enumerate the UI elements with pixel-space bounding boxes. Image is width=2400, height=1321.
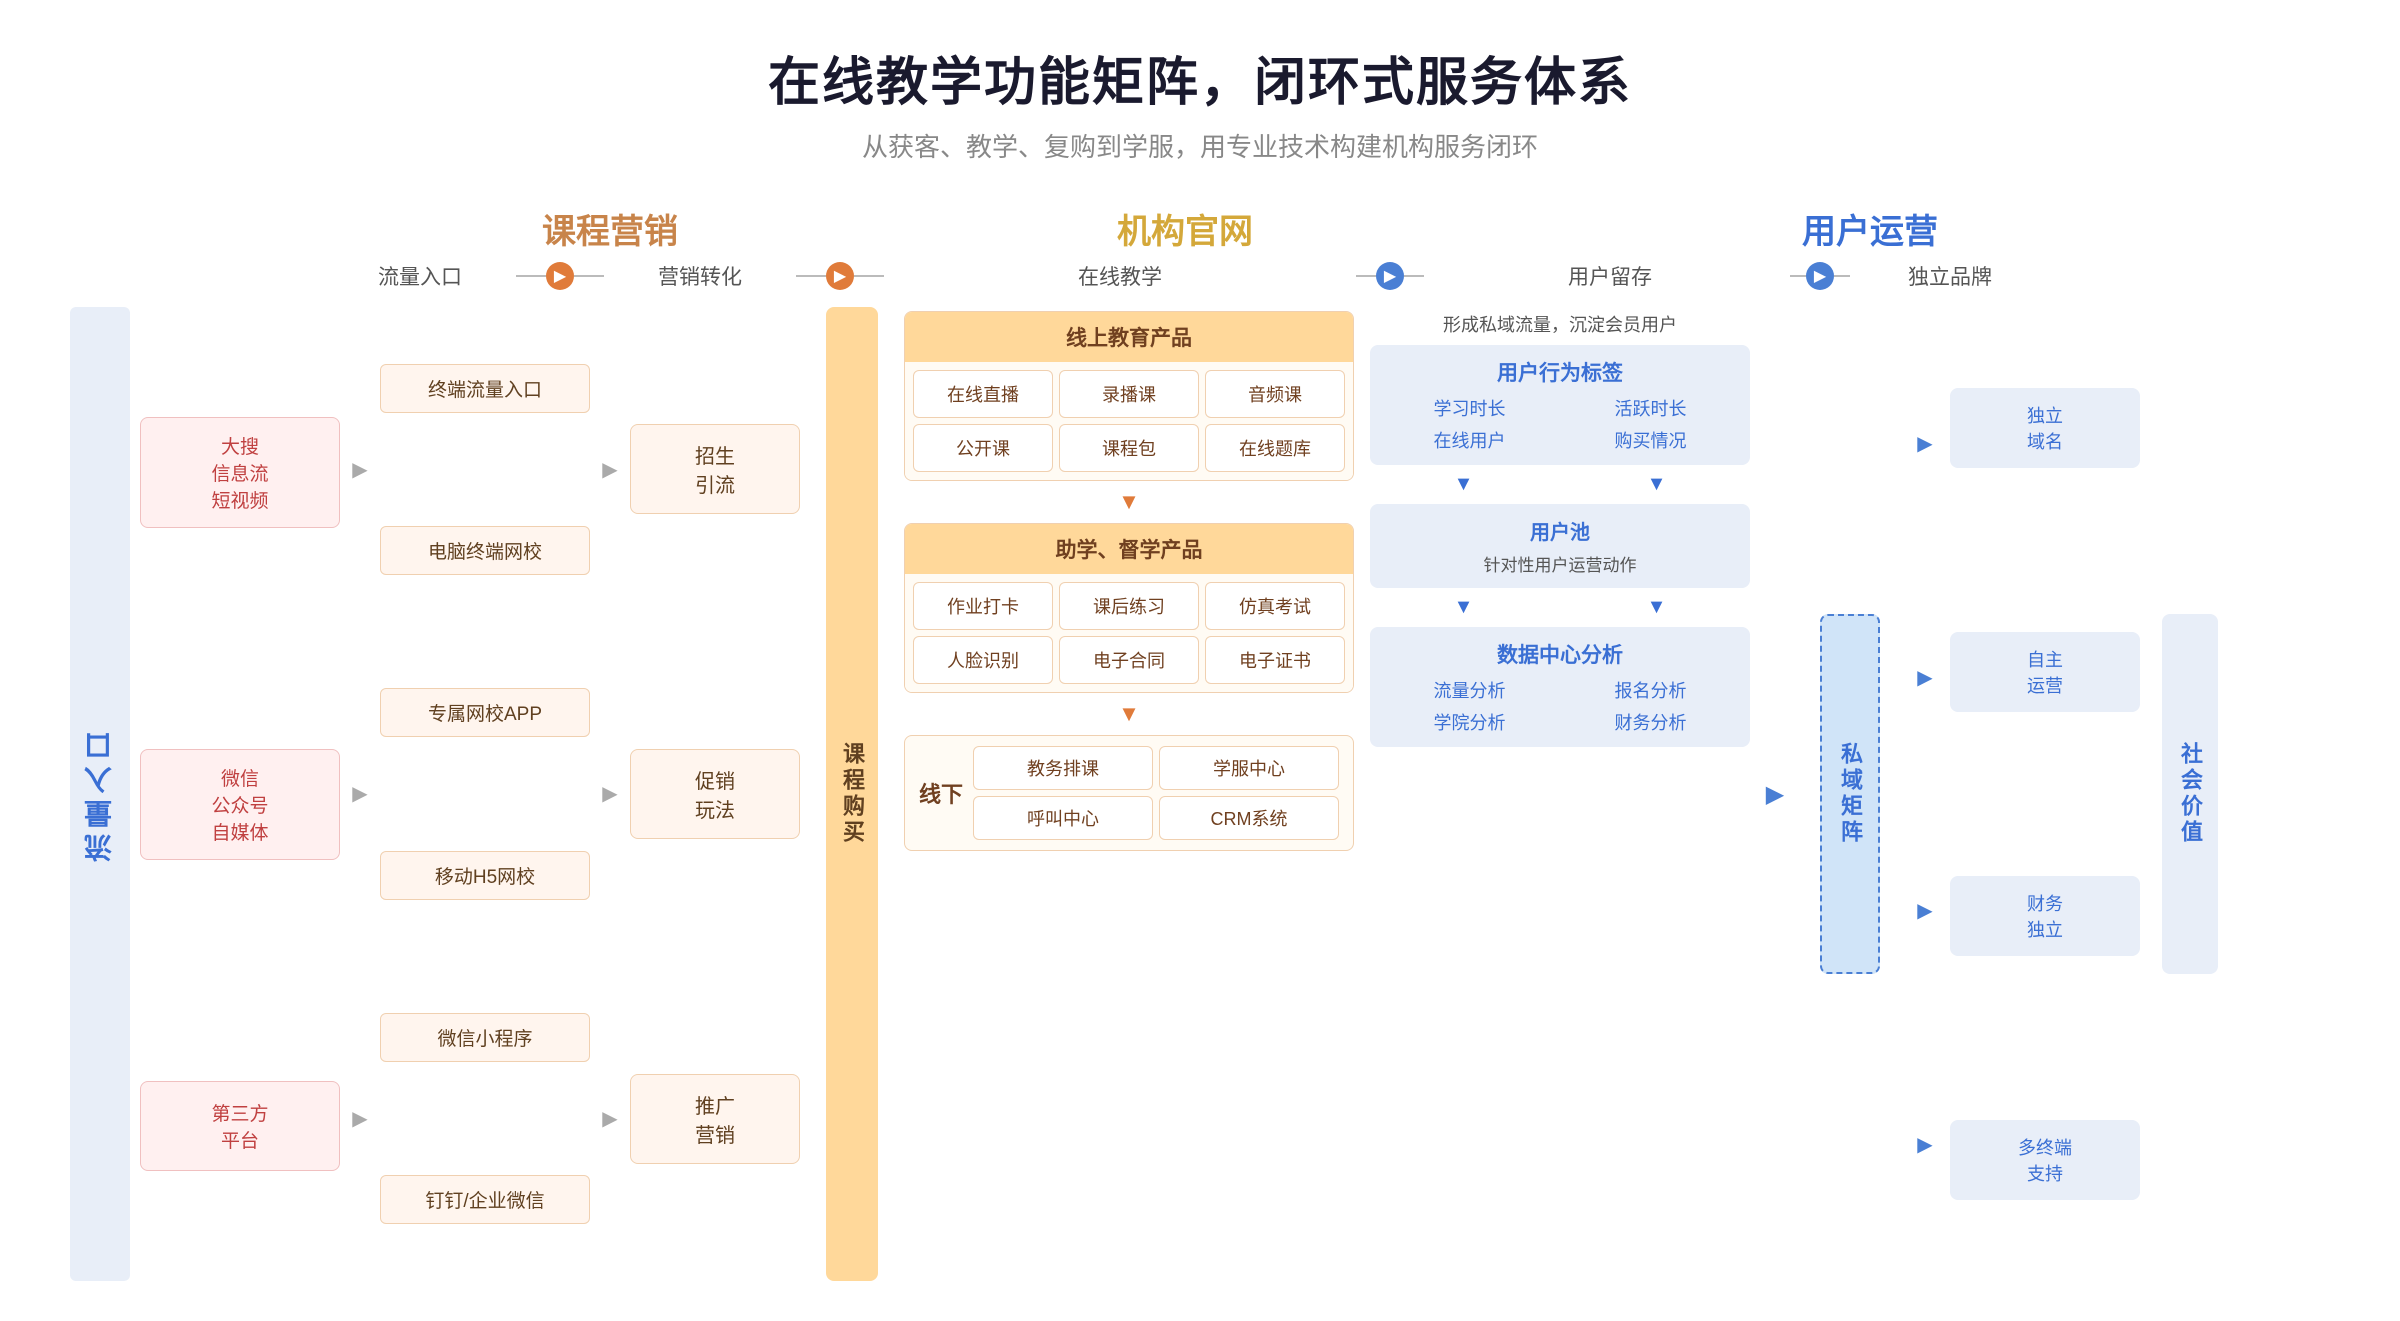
down-arrow-2: ▼ [904, 701, 1354, 727]
user-pool-box: 用户池 针对性用户运营动作 [1370, 504, 1750, 588]
page-subtitle: 从获客、教学、复购到学服，用专业技术构建机构服务闭环 [60, 127, 2340, 164]
traffic-sources: 大搜 信息流 短视频 微信 公众号 自媒体 第三方 平台 [140, 307, 340, 1281]
down-arr-4: ▼ [1563, 596, 1750, 619]
left-label-text: 流量入口 [70, 307, 130, 1281]
flow-label-online: 在线教学 [890, 261, 1350, 291]
marketing-item-6: 钉钉/企业微信 [380, 1175, 590, 1224]
page-title: 在线教学功能矩阵，闭环式服务体系 [60, 40, 2340, 115]
data-center-header: 数据中心分析 [1382, 639, 1738, 669]
independent-item-2: 自主 运营 [1950, 632, 2140, 712]
online-teaching-section: 线上教育产品 在线直播 录播课 音频课 公开课 课程包 在线题库 ▼ 助学、督学… [904, 307, 1354, 1281]
behavior-tags-header: 用户行为标签 [1382, 357, 1738, 387]
social-value-box: 社会价值 [2162, 614, 2218, 974]
assist-product-3: 仿真考试 [1205, 582, 1345, 630]
flow-label-brand: 独立品牌 [1850, 261, 2050, 291]
header: 在线教学功能矩阵，闭环式服务体系 从获客、教学、复购到学服，用专业技术构建机构服… [60, 40, 2340, 164]
online-products-block: 线上教育产品 在线直播 录播课 音频课 公开课 课程包 在线题库 [904, 311, 1354, 481]
traffic-item-2: 微信 公众号 自媒体 [140, 749, 340, 860]
user-retention-section: 形成私域流量，沉淀会员用户 用户行为标签 学习时长 活跃时长 在线用户 购买情况… [1370, 307, 1750, 1281]
independent-item-3: 财务 独立 [1950, 876, 2140, 956]
connectors-2: ▶ ▶ ▶ [590, 307, 630, 1281]
marketing-items: 终端流量入口 电脑终端网校 专属网校APP 移动H5网校 微信小程序 钉钉/企业… [380, 307, 590, 1281]
assist-product-4: 人脸识别 [913, 636, 1053, 684]
marketing-item-3: 专属网校APP [380, 688, 590, 737]
left-label: 流量入口 [60, 307, 140, 1281]
online-product-5: 课程包 [1059, 424, 1199, 472]
online-products-header: 线上教育产品 [905, 312, 1353, 362]
assist-product-5: 电子合同 [1059, 636, 1199, 684]
page-wrapper: 在线教学功能矩阵，闭环式服务体系 从获客、教学、复购到学服，用专业技术构建机构服… [0, 0, 2400, 1321]
offline-label: 线下 [919, 777, 963, 809]
data-item-2: 报名分析 [1563, 677, 1738, 703]
marketing-item-2: 电脑终端网校 [380, 526, 590, 575]
tag-item-4: 购买情况 [1563, 427, 1738, 453]
data-item-3: 学院分析 [1382, 709, 1557, 735]
data-item-1: 流量分析 [1382, 677, 1557, 703]
independent-items: 独立 域名 自主 运营 财务 独立 多终端 支持 [1950, 307, 2140, 1281]
conversion-item-1: 招生 引流 [630, 424, 800, 514]
down-arr-1: ▼ [1370, 473, 1557, 496]
arrow-4: ▶ [1790, 262, 1850, 290]
connectors-1: ▶ ▶ ▶ [340, 307, 380, 1281]
assist-product-6: 电子证书 [1205, 636, 1345, 684]
arrow-2: ▶ [790, 262, 890, 290]
marketing-item-1: 终端流量入口 [380, 364, 590, 413]
marketing-item-4: 移动H5网校 [380, 851, 590, 900]
section-header-marketing: 课程营销 [542, 213, 678, 251]
arrow-3: ▶ [1350, 262, 1430, 290]
data-center-box: 数据中心分析 流量分析 报名分析 学院分析 财务分析 [1370, 627, 1750, 747]
offline-item-3: 呼叫中心 [973, 796, 1153, 840]
assist-product-1: 作业打卡 [913, 582, 1053, 630]
tag-item-2: 活跃时长 [1563, 395, 1738, 421]
section-header-operations: 用户运营 [1802, 213, 1938, 251]
down-arr-2: ▼ [1563, 473, 1750, 496]
offline-item-1: 教务排课 [973, 746, 1153, 790]
independent-item-4: 多终端 支持 [1950, 1120, 2140, 1200]
assist-product-2: 课后练习 [1059, 582, 1199, 630]
marketing-item-5: 微信小程序 [380, 1013, 590, 1062]
traffic-item-3: 第三方 平台 [140, 1081, 340, 1171]
retention-arrows: ▼ ▼ [1370, 473, 1750, 496]
online-product-4: 公开课 [913, 424, 1053, 472]
online-product-3: 音频课 [1205, 370, 1345, 418]
private-domain-col: 私域矩阵 [1800, 307, 1900, 1281]
retention-arrows-2: ▼ ▼ [1370, 596, 1750, 619]
course-buy-box: 课程购买 [826, 307, 878, 1281]
user-pool-header: 用户池 [1382, 516, 1738, 545]
conversion-item-2: 促销 玩法 [630, 749, 800, 839]
down-arrow-1: ▼ [904, 489, 1354, 515]
arrow-1: ▶ [510, 262, 610, 290]
offline-item-4: CRM系统 [1159, 796, 1339, 840]
offline-block: 线下 教务排课 学服中心 呼叫中心 CRM系统 [904, 735, 1354, 851]
traffic-item-1: 大搜 信息流 短视频 [140, 417, 340, 528]
offline-item-2: 学服中心 [1159, 746, 1339, 790]
conversion-item-3: 推广 营销 [630, 1074, 800, 1164]
data-item-4: 财务分析 [1563, 709, 1738, 735]
social-value-col: 社会价值 [2150, 307, 2230, 1281]
user-pool-action: 针对性用户运营动作 [1382, 551, 1738, 576]
online-product-6: 在线题库 [1205, 424, 1345, 472]
flow-label-marketing: 营销转化 [610, 261, 790, 291]
retention-top-text: 形成私域流量，沉淀会员用户 [1370, 311, 1750, 337]
assist-products-header: 助学、督学产品 [905, 524, 1353, 574]
behavior-tags-box: 用户行为标签 学习时长 活跃时长 在线用户 购买情况 [1370, 345, 1750, 465]
conversion-items: 招生 引流 促销 玩法 推广 营销 [630, 307, 800, 1281]
flow-label-traffic: 流量入口 [330, 261, 510, 291]
section-header-official: 机构官网 [1117, 213, 1253, 251]
private-domain-box: 私域矩阵 [1820, 614, 1880, 974]
down-arr-3: ▼ [1370, 596, 1557, 619]
tag-item-3: 在线用户 [1382, 427, 1557, 453]
flow-label-retention: 用户留存 [1430, 261, 1790, 291]
course-buy-col: 课程购买 [812, 307, 892, 1281]
online-product-2: 录播课 [1059, 370, 1199, 418]
assist-products-block: 助学、督学产品 作业打卡 课后练习 仿真考试 人脸识别 电子合同 电子证书 [904, 523, 1354, 693]
arrow-to-private: ▶ [1750, 307, 1800, 1281]
online-product-1: 在线直播 [913, 370, 1053, 418]
arrows-to-independent: ▶ ▶ ▶ ▶ [1900, 307, 1950, 1281]
independent-item-1: 独立 域名 [1950, 388, 2140, 468]
tag-item-1: 学习时长 [1382, 395, 1557, 421]
